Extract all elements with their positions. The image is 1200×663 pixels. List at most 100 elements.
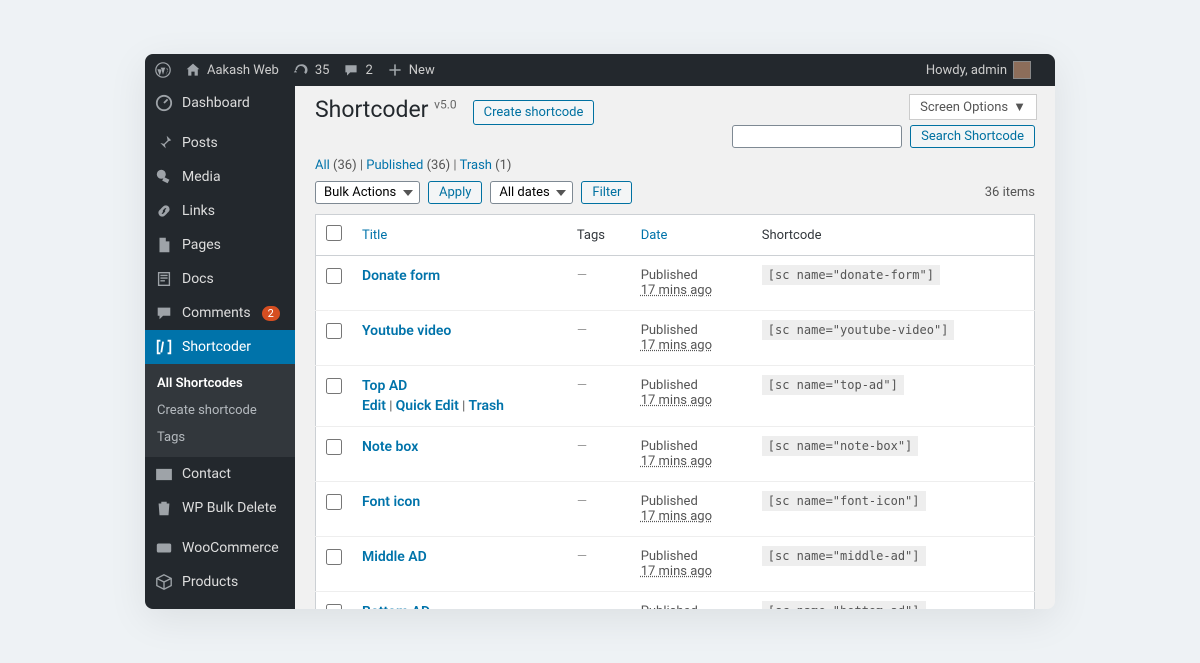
row-checkbox[interactable] [326,439,342,455]
admin-bar: Aakash Web 35 2 New Howdy, admin [145,54,1055,86]
menu-woocommerce[interactable]: WooCommerce [145,531,295,565]
comments-badge: 2 [262,306,280,321]
updates-link[interactable]: 35 [293,62,330,78]
col-tags: Tags [567,215,631,256]
menu-docs[interactable]: Docs [145,262,295,296]
tags-empty: — [577,494,587,509]
menu-media[interactable]: Media [145,160,295,194]
row-time: 17 mins ago [641,454,712,469]
row-title-link[interactable]: Bottom AD [362,604,430,609]
row-status: Published [641,268,698,283]
items-count: 36 items [985,185,1035,200]
menu-comments[interactable]: Comments2 [145,296,295,330]
row-checkbox[interactable] [326,323,342,339]
row-title-link[interactable]: Middle AD [362,549,427,565]
row-title-link[interactable]: Font icon [362,494,420,510]
search-button[interactable]: Search Shortcode [910,125,1035,148]
apply-button[interactable]: Apply [428,181,482,204]
new-label: New [409,63,435,78]
version-label: v5.0 [434,97,456,111]
table-row: Youtube video — Published17 mins ago [sc na… [316,311,1035,366]
submenu-tags[interactable]: Tags [145,424,295,451]
update-icon [293,62,309,78]
row-title-link[interactable]: Youtube video [362,323,451,339]
howdy-text: Howdy, admin [926,63,1007,78]
submenu-all[interactable]: All Shortcodes [145,370,295,397]
table-row: Font icon—Published17 mins ago[sc name="… [316,482,1035,537]
table-row: Donate form — Published17 mins ago [sc name… [316,256,1035,311]
pages-icon [155,236,173,254]
row-checkbox[interactable] [326,494,342,510]
table-row: Note box — Published17 mins ago [sc name="n… [316,427,1035,482]
row-title-link[interactable]: Donate form [362,268,440,284]
tags-empty: — [577,268,587,283]
row-checkbox[interactable] [326,604,342,609]
row-time: 17 mins ago [641,338,712,353]
menu-products[interactable]: Products [145,565,295,599]
plus-icon [387,62,403,78]
row-checkbox[interactable] [326,268,342,284]
row-checkbox[interactable] [326,549,342,565]
row-title-link[interactable]: Top AD [362,378,407,394]
menu-links[interactable]: Links [145,194,295,228]
row-edit[interactable]: Edit [362,398,386,414]
menu-wpbulk[interactable]: WP Bulk Delete [145,491,295,525]
comments-count: 2 [365,63,372,78]
admin-sidebar: Dashboard Posts Media Links Pages Docs C… [145,86,295,609]
shortcode-code: [sc name="note-box"] [762,436,919,456]
row-checkbox[interactable] [326,378,342,394]
filter-button[interactable]: Filter [581,181,632,204]
shortcode-code: [sc name="donate-form"] [762,265,940,285]
row-status: Published [641,439,698,454]
select-all-checkbox[interactable] [326,225,342,241]
code-icon [155,338,173,356]
chevron-down-icon: ▼ [1013,99,1026,115]
menu-contact[interactable]: Contact [145,457,295,491]
woo-icon [155,539,173,557]
table-row: Middle AD—Published17 mins ago[sc name="… [316,537,1035,592]
my-account[interactable]: Howdy, admin [926,61,1031,79]
date-filter-select[interactable]: All dates [490,181,573,204]
shortcode-code: [sc name="top-ad"] [762,375,904,395]
menu-posts[interactable]: Posts [145,126,295,160]
new-content-link[interactable]: New [387,62,435,78]
shortcode-code: [sc name="youtube-video"] [762,320,955,340]
wp-admin-window: Aakash Web 35 2 New Howdy, admin Dashboa… [145,54,1055,609]
dashboard-icon [155,94,173,112]
row-status: Published [641,494,698,509]
col-date[interactable]: Date [641,228,668,243]
site-name-link[interactable]: Aakash Web [185,62,279,78]
row-status: Published [641,323,698,338]
menu-dashboard[interactable]: Dashboard [145,86,295,120]
row-time: 17 mins ago [641,564,712,579]
row-quickedit[interactable]: Quick Edit [396,398,459,414]
shortcodes-table: Title Tags Date Shortcode Donate form—Pu… [315,214,1035,609]
col-title[interactable]: Title [362,228,387,243]
pin-icon [155,134,173,152]
menu-shortcoder[interactable]: Shortcoder [145,330,295,364]
row-time: 17 mins ago [641,283,712,298]
filter-published[interactable]: Published [366,158,423,173]
row-time: 17 mins ago [641,393,712,408]
row-trash[interactable]: Trash [469,398,504,414]
filter-trash[interactable]: Trash [460,158,492,173]
tags-empty: — [577,439,587,454]
submenu-create[interactable]: Create shortcode [145,397,295,424]
wordpress-icon [155,62,171,78]
page-title: Shortcoder v5.0 [315,96,457,123]
tags-empty: — [577,323,587,338]
search-input[interactable] [732,125,902,148]
avatar [1013,61,1031,79]
filter-all[interactable]: All [315,158,330,173]
screen-options-toggle[interactable]: Screen Options ▼ [909,94,1037,120]
bulk-action-select[interactable]: Bulk Actions [315,181,420,204]
shortcode-code: [sc name="font-icon"] [762,491,926,511]
comments-link[interactable]: 2 [343,62,372,78]
menu-forums[interactable]: Forums [145,605,295,609]
tags-empty: — [577,549,587,564]
row-title-link[interactable]: Note box [362,439,418,455]
menu-pages[interactable]: Pages [145,228,295,262]
create-shortcode-button[interactable]: Create shortcode [473,100,595,125]
wp-logo[interactable] [155,62,171,78]
shortcode-code: [sc name="middle-ad"] [762,546,926,566]
